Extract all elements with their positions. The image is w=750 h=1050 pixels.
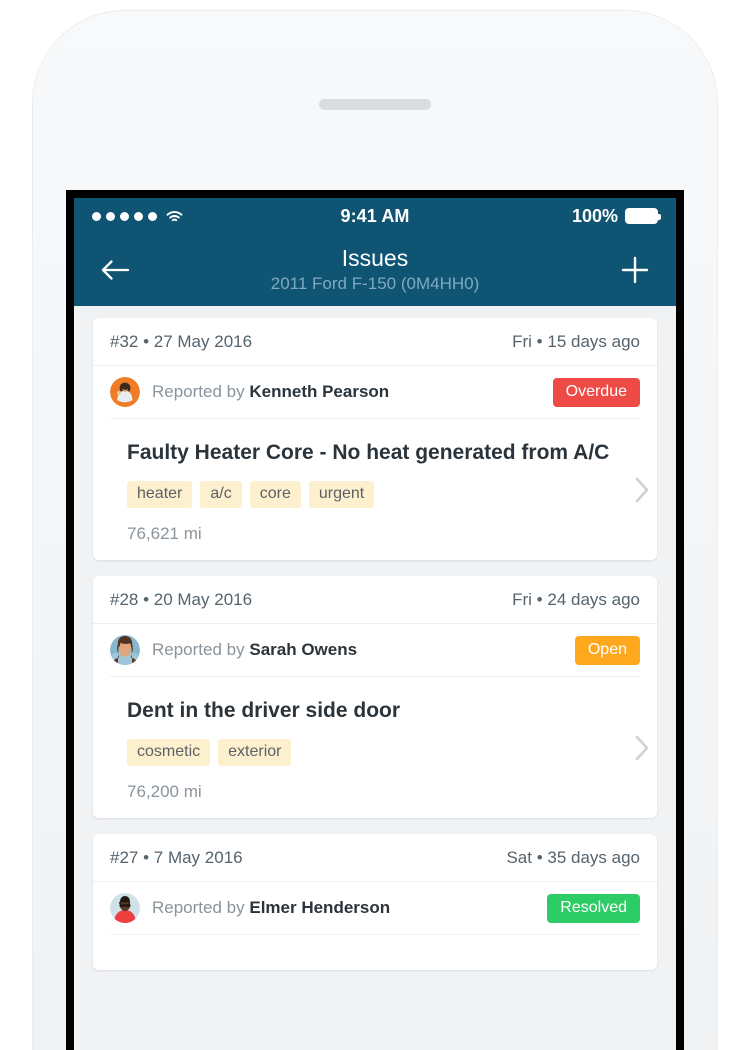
issue-relative-date: Sat • 35 days ago	[506, 848, 640, 867]
issue-card-body[interactable]: Faulty Heater Core - No heat generated f…	[110, 418, 649, 560]
issue-card-header: #28 • 20 May 2016 Fri • 24 days ago	[93, 576, 657, 624]
status-badge: Open	[574, 635, 640, 665]
issue-reporter-text: Reported by Elmer Henderson	[152, 898, 390, 918]
status-badge: Resolved	[547, 893, 640, 923]
add-issue-button[interactable]	[612, 247, 658, 293]
issue-reporter-row: Reported by Kenneth Pearson Overdue	[93, 366, 657, 418]
wifi-icon	[166, 210, 183, 223]
avatar-elmer-henderson	[110, 893, 140, 923]
status-bar: 9:41 AM 100%	[74, 198, 676, 234]
cellular-signal-icon	[92, 211, 157, 221]
issue-card[interactable]: #32 • 27 May 2016 Fri • 15 days ago Repo…	[93, 318, 657, 560]
status-bar-right: 100%	[571, 205, 661, 227]
issue-tag[interactable]: exterior	[218, 739, 292, 766]
phone-screen-bezel: 9:41 AM 100% Issues 2011 Ford F-150 (0M4…	[66, 190, 684, 1050]
reporter-name: Kenneth Pearson	[249, 382, 390, 401]
vehicle-subtitle: 2011 Ford F-150 (0M4HH0)	[270, 274, 480, 293]
header-titles: Issues 2011 Ford F-150 (0M4HH0)	[150, 245, 600, 295]
phone-screen: 9:41 AM 100% Issues 2011 Ford F-150 (0M4…	[74, 198, 676, 1050]
back-button[interactable]	[92, 247, 138, 293]
issue-card-body[interactable]: Dent in the driver side door cosmetic ex…	[110, 676, 649, 818]
issue-number-and-date: #32 • 27 May 2016	[110, 332, 253, 351]
issue-tag[interactable]: heater	[127, 481, 193, 508]
avatar-kenneth-pearson	[110, 377, 140, 407]
reporter-name: Elmer Henderson	[249, 898, 391, 917]
page-title: Issues	[341, 245, 409, 271]
issue-tags: heater a/c core urgent	[127, 481, 613, 508]
reported-by-label: Reported by	[152, 382, 245, 401]
reporter-name: Sarah Owens	[249, 640, 358, 659]
issue-tag[interactable]: a/c	[200, 481, 242, 508]
issue-reporter-text: Reported by Kenneth Pearson	[152, 382, 389, 402]
issue-relative-date: Fri • 24 days ago	[512, 590, 640, 609]
avatar-sarah-owens	[110, 635, 140, 665]
issue-card[interactable]: #27 • 7 May 2016 Sat • 35 days ago Repor…	[93, 834, 657, 970]
status-badge: Overdue	[552, 377, 640, 407]
issue-odometer: 76,621 mi	[127, 524, 202, 543]
chevron-right-icon[interactable]	[634, 735, 650, 761]
issue-relative-date: Fri • 15 days ago	[512, 332, 640, 351]
battery-full-icon	[625, 208, 661, 224]
issue-number-and-date: #28 • 20 May 2016	[110, 590, 253, 609]
issue-number-and-date: #27 • 7 May 2016	[110, 848, 243, 867]
reported-by-label: Reported by	[152, 898, 245, 917]
issue-reporter-text: Reported by Sarah Owens	[152, 640, 357, 660]
issue-card-body[interactable]	[110, 934, 640, 970]
issue-tag[interactable]: urgent	[308, 481, 375, 508]
issue-card[interactable]: #28 • 20 May 2016 Fri • 24 days ago Repo…	[93, 576, 657, 818]
status-bar-left	[92, 210, 183, 223]
issues-list[interactable]: #32 • 27 May 2016 Fri • 15 days ago Repo…	[74, 306, 676, 1050]
issue-tag[interactable]: cosmetic	[127, 739, 211, 766]
issue-card-header: #27 • 7 May 2016 Sat • 35 days ago	[93, 834, 657, 882]
reported-by-label: Reported by	[152, 640, 245, 659]
issue-title: Dent in the driver side door	[127, 699, 401, 722]
issue-title: Faulty Heater Core - No heat generated f…	[127, 441, 610, 464]
issue-tag[interactable]: core	[249, 481, 301, 508]
chevron-right-icon[interactable]	[634, 477, 650, 503]
issue-tags: cosmetic exterior	[127, 739, 613, 766]
issue-reporter-row: Reported by Sarah Owens Open	[93, 624, 657, 676]
issue-reporter-row: Reported by Elmer Henderson Resolved	[93, 882, 657, 934]
app-header: Issues 2011 Ford F-150 (0M4HH0)	[74, 234, 676, 306]
issue-card-header: #32 • 27 May 2016 Fri • 15 days ago	[93, 318, 657, 366]
battery-percent-label: 100%	[571, 205, 618, 226]
phone-speaker-grille	[319, 99, 431, 110]
screenshot-stage: 9:41 AM 100% Issues 2011 Ford F-150 (0M4…	[0, 0, 750, 1050]
issue-odometer: 76,200 mi	[127, 782, 202, 801]
